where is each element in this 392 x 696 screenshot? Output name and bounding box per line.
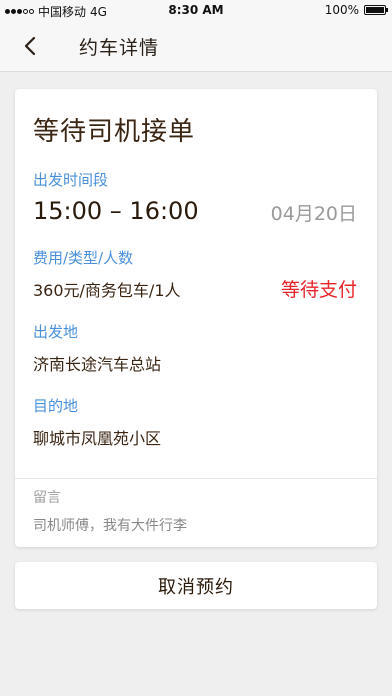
payment-status[interactable]: 等待支付 [281, 275, 357, 302]
battery-percent: 100% [324, 3, 359, 17]
message-label: 留言 [33, 490, 61, 506]
message-section: 留言 司机师傅，我有大件行李 [15, 478, 377, 548]
order-detail-card: 等待司机接单 出发时间段 15:00 – 16:00 04月20日 费用/类型/… [15, 89, 377, 547]
departure-date: 04月20日 [270, 203, 357, 225]
battery-icon [364, 5, 388, 15]
navigation-bar: 约车详情 [0, 20, 392, 72]
cancel-reservation-button[interactable]: 取消预约 [15, 562, 377, 609]
fee-type-count-value: 360元/商务包车/1人 [33, 281, 181, 300]
departure-time-range: 15:00 – 16:00 [33, 197, 199, 225]
fee-type-count-label: 费用/类型/人数 [33, 249, 134, 267]
battery-fill [366, 7, 384, 13]
order-status: 等待司机接单 [33, 117, 196, 147]
destination-value: 聊城市凤凰苑小区 [33, 429, 162, 448]
departure-place-value: 济南长途汽车总站 [33, 355, 162, 374]
departure-time-label: 出发时间段 [33, 171, 109, 189]
status-right: 100% [324, 3, 388, 17]
destination-label: 目的地 [33, 397, 79, 415]
message-text: 司机师傅，我有大件行李 [33, 518, 187, 534]
page-title: 约车详情 [79, 37, 160, 59]
back-button[interactable] [14, 30, 46, 62]
status-bar: 中国移动 4G 8:30 AM 100% [0, 0, 392, 20]
chevron-left-icon [24, 36, 36, 56]
departure-place-label: 出发地 [33, 323, 79, 341]
